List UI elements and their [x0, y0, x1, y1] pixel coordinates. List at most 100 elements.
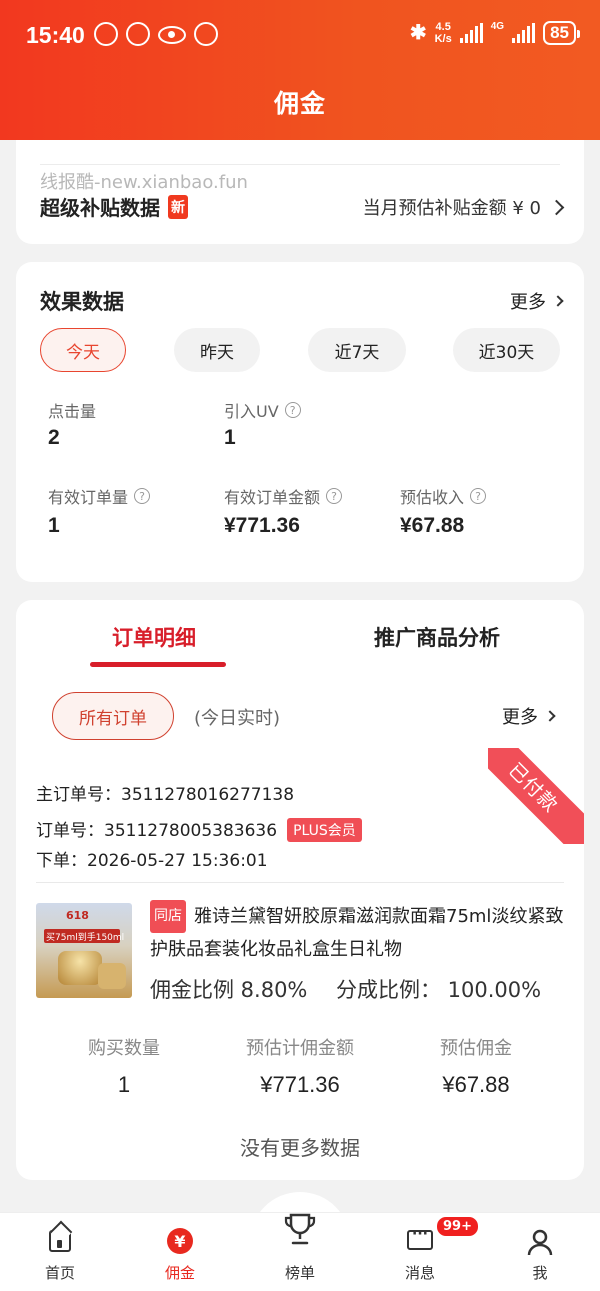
order-amount-label: 有效订单金额? — [224, 484, 343, 508]
network-type: 4G — [490, 21, 505, 32]
main-order-value: 3511278016277138 — [121, 785, 295, 805]
chevron-right-icon — [544, 710, 556, 722]
net-speed-unit: K/s — [434, 32, 452, 45]
all-orders-filter[interactable]: 所有订单 — [52, 692, 174, 740]
effect-data-card: 效果数据 更多 今天 昨天 近7天 近30天 点击量 2 引入UV? 1 有效订… — [16, 262, 584, 582]
help-icon[interactable]: ? — [470, 488, 487, 504]
main-order-number: 主订单号：3511278016277138 — [36, 780, 294, 805]
order-time: 下单：2026-05-27 15:36:01 — [36, 846, 268, 871]
help-icon[interactable]: ? — [134, 488, 151, 504]
commission-ratio: 佣金比例 8.80% — [150, 978, 308, 1002]
commission-base-value: ¥771.36 — [260, 1072, 340, 1097]
yen-icon: ¥ — [167, 1228, 193, 1254]
income-label: 预估收入? — [400, 484, 487, 508]
same-store-badge: 同店 — [150, 900, 186, 933]
realtime-note: (今日实时) — [194, 708, 281, 729]
divider — [40, 164, 560, 165]
alarm-icon — [194, 22, 218, 46]
product-image-618: 618 — [66, 909, 89, 922]
order-amount-value: ¥771.36 — [224, 514, 300, 537]
trophy-icon — [284, 1213, 316, 1245]
tab-home[interactable]: 首页 — [0, 1212, 120, 1291]
tab-commission[interactable]: ¥ 佣金 — [120, 1212, 240, 1291]
effect-more-link[interactable]: 更多 — [510, 288, 564, 314]
tab-me-label: 我 — [532, 1264, 548, 1282]
orders-more-link[interactable]: 更多 — [502, 703, 556, 729]
wifi-signal-icon — [459, 22, 483, 43]
period-7days[interactable]: 近7天 — [308, 328, 406, 372]
status-ribbon: 已付款 — [488, 748, 584, 844]
chevron-right-icon — [552, 295, 564, 307]
estimated-commission-value: ¥67.88 — [442, 1072, 510, 1097]
period-today[interactable]: 今天 — [40, 328, 126, 372]
tab-order-detail[interactable]: 订单明细 — [112, 622, 196, 652]
tab-me[interactable]: 我 — [480, 1212, 600, 1291]
message-count-badge: 99+ — [436, 1216, 479, 1237]
app-header: 15:40 ✱ 4.5 K/s 4G 85 佣金 — [0, 0, 600, 140]
more-label: 更多 — [510, 292, 546, 313]
paid-ribbon-label: 已付款 — [488, 748, 584, 844]
status-time: 15:40 — [26, 22, 85, 48]
income-value: ¥67.88 — [400, 514, 465, 537]
product-image[interactable]: 618 买75ml到手150ml — [36, 903, 132, 998]
more-label: 更多 — [502, 707, 538, 728]
status-indicators: ✱ 4.5 K/s 4G 85 — [410, 20, 580, 45]
tab-ranking-label: 榜单 — [284, 1264, 315, 1282]
order-time-label: 下单： — [36, 851, 87, 871]
eye-icon — [158, 26, 186, 44]
subsidy-title: 超级补贴数据 新 — [40, 192, 188, 221]
order-amount-label-text: 有效订单金额 — [224, 488, 321, 507]
network-speed: 4.5 K/s — [435, 21, 452, 45]
uv-label-text: 引入UV — [224, 402, 279, 421]
orders-card: 订单明细 推广商品分析 所有订单 (今日实时) 更多 已付款 主订单号：3511… — [16, 600, 584, 1180]
clicks-label: 点击量 — [48, 398, 96, 422]
tab-messages-label: 消息 — [404, 1264, 435, 1282]
new-badge: 新 — [168, 194, 188, 219]
watermark: 线报酷-new.xianbao.fun — [40, 172, 248, 193]
home-icon — [49, 1230, 71, 1252]
order-label: 订单号： — [36, 821, 104, 841]
quantity-value: 1 — [117, 1072, 131, 1097]
orders-label-text: 有效订单量 — [48, 488, 129, 507]
plus-member-badge: PLUS会员 — [287, 818, 362, 842]
effect-data-title: 效果数据 — [40, 290, 124, 314]
period-30days[interactable]: 近30天 — [453, 328, 560, 372]
cell-signal-icon — [512, 22, 536, 43]
user-icon — [527, 1229, 553, 1256]
no-more-data: 没有更多数据 — [240, 1136, 360, 1160]
net-speed-value: 4.5 — [435, 20, 451, 33]
clicks-value: 2 — [48, 426, 60, 449]
divider — [36, 882, 564, 883]
subsidy-card[interactable]: 线报酷-new.xianbao.fun 超级补贴数据 新 当月预估补贴金额 ¥ … — [16, 140, 584, 244]
help-icon[interactable]: ? — [326, 488, 343, 504]
product-image-promo: 买75ml到手150ml — [46, 933, 125, 943]
tab-home-label: 首页 — [44, 1264, 75, 1282]
income-label-text: 预估收入 — [400, 488, 465, 507]
product-jar — [58, 951, 102, 985]
orders-label: 有效订单量? — [48, 484, 151, 508]
estimated-commission-label: 预估佣金 — [440, 1038, 512, 1059]
main-order-label: 主订单号： — [36, 785, 121, 805]
period-yesterday[interactable]: 昨天 — [174, 328, 260, 372]
uv-value: 1 — [224, 426, 236, 449]
product-title-text: 雅诗兰黛智妍胶原霜滋润款面霜75ml淡纹紧致护肤品套装化妆品礼盒生日礼物 — [150, 906, 564, 960]
message-icon — [407, 1226, 433, 1250]
orders-value: 1 — [48, 514, 60, 537]
chevron-right-icon — [548, 199, 565, 215]
product-title[interactable]: 同店 雅诗兰黛智妍胶原霜滋润款面霜75ml淡纹紧致护肤品套装化妆品礼盒生日礼物 — [150, 900, 564, 964]
tab-product-analysis[interactable]: 推广商品分析 — [374, 622, 500, 652]
uv-label: 引入UV? — [224, 398, 301, 422]
battery-indicator: 85 — [543, 20, 580, 45]
subsidy-title-text: 超级补贴数据 — [40, 196, 160, 220]
share-ratio: 分成比例： 100.00% — [336, 978, 542, 1002]
subsidy-amount-link[interactable]: 当月预估补贴金额 ¥ 0 — [363, 194, 565, 220]
page-title: 佣金 — [273, 89, 326, 118]
notification-icons — [94, 22, 218, 46]
order-number: 订单号：3511278005383636 PLUS会员 — [36, 816, 362, 843]
commission-base-label: 预估计佣金额 — [246, 1038, 354, 1059]
tab-ranking[interactable]: 榜单 — [240, 1212, 360, 1291]
tab-commission-label: 佣金 — [164, 1264, 195, 1282]
sync-notification-icon — [126, 22, 150, 46]
app-notification-icon — [94, 22, 118, 46]
help-icon[interactable]: ? — [284, 402, 301, 418]
